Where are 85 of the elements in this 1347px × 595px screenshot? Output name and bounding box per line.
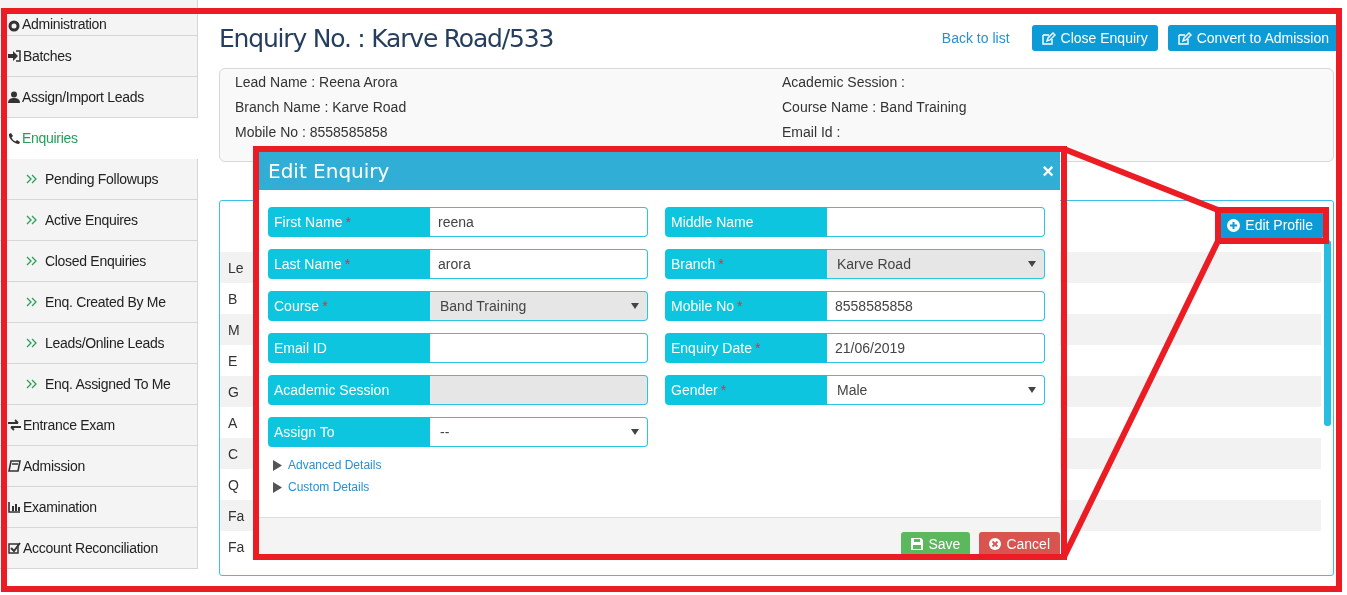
field-label: Course * [268,291,430,321]
sidebar-subitem[interactable]: Active Enquires [0,200,198,241]
dropdown-arrow-icon [1028,261,1036,267]
required-mark: * [718,256,724,272]
required-mark: * [720,382,727,398]
dropdown-arrow-icon [1028,387,1036,393]
sidebar-subitem[interactable]: Enq. Assigned To Me [0,364,198,405]
field-label: Last Name * [268,249,430,279]
input-field[interactable] [827,207,1045,237]
row-label: G [228,383,239,400]
edit-icon [1177,31,1192,45]
row-label: Q [228,476,239,493]
sidebar-subitem[interactable]: Leads/Online Leads [0,323,198,364]
dropdown-arrow-icon [631,303,639,309]
field-label: Enquiry Date * [665,333,827,363]
double-chevron-icon [26,338,37,348]
field-label: Branch * [665,249,827,279]
summary-text: Course Name : Band Training [782,98,968,117]
input-field[interactable]: reena [430,207,648,237]
sidebar-item[interactable]: Account Reconciliation [0,528,198,569]
field-label: Mobile No * [665,291,827,321]
row-label: Fa [228,538,245,555]
field-label: First Name * [268,207,430,237]
summary-text: Mobile No : 8558585858 [235,123,389,142]
plus-circle-icon [1227,218,1241,232]
double-chevron-icon [26,174,37,184]
required-mark: * [322,298,328,314]
input-field[interactable] [430,333,648,363]
check-square-icon [8,542,21,554]
row-label: C [228,445,239,462]
summary-text: Academic Session : [782,73,906,92]
sidebar-item[interactable]: Assign/Import Leads [0,77,198,118]
double-chevron-icon [26,297,37,307]
summary-text: Branch Name : Karve Road [235,98,408,117]
page-title: Enquiry No. : Karve Road/533 [219,23,554,53]
bar-chart-icon [8,501,21,513]
back-link[interactable]: Back to list [941,30,1010,46]
section-toggle-link[interactable]: Advanced Details [272,454,382,476]
sidebar-subitem[interactable]: Enq. Created By Me [0,282,198,323]
sidebar-item[interactable]: Admission [0,446,198,487]
user-icon [8,91,20,103]
input-field[interactable]: 21/06/2019 [827,333,1045,363]
section-toggle-link[interactable]: Custom Details [272,476,370,498]
summary-text: Email Id : [782,123,842,142]
field-label: Middle Name [665,207,827,237]
arrows-icon [8,419,21,431]
scrollbar[interactable] [1324,240,1331,426]
required-mark: * [754,340,761,356]
summary-text: Lead Name : Reena Arora [235,73,399,92]
book-icon [8,460,21,472]
double-chevron-icon [26,256,37,266]
input-field[interactable]: arora [430,249,648,279]
select-field[interactable]: -- [430,417,648,447]
double-chevron-icon [26,379,37,389]
phone-icon [8,132,20,144]
sidebar-item[interactable]: Entrance Exam [0,405,198,446]
row-label: A [228,414,238,431]
row-label: E [228,352,238,369]
caret-right-icon [272,459,283,471]
required-mark: * [345,214,351,230]
gear-icon [8,20,20,32]
required-mark: * [344,256,351,272]
field-label: Academic Session [268,375,430,405]
double-chevron-icon [26,215,37,225]
cancel-button[interactable]: Cancel [979,532,1060,556]
sidebar-item[interactable]: Batches [0,36,198,77]
caret-right-icon [272,481,283,493]
row-label: Fa [228,507,245,524]
row-label: Le [228,259,244,276]
input-field[interactable]: 8558585858 [827,291,1045,321]
dialog-title: Edit Enquiry [268,159,390,183]
sidebar-subitem[interactable]: Closed Enquiries [0,241,198,282]
dropdown-arrow-icon [631,429,639,435]
sidebar-subitem[interactable]: Pending Followups [0,159,198,200]
field-label: Email ID [268,333,430,363]
select-field[interactable]: Male [827,375,1045,405]
field-label: Assign To [268,417,430,447]
field-label: Gender * [665,375,827,405]
sidebar-item[interactable]: Examination [0,487,198,528]
row-label: M [228,321,240,338]
required-mark: * [737,298,743,314]
row-label: B [228,290,238,307]
cancel-circle-icon [989,538,1002,550]
edit-icon [1041,31,1056,45]
sign-in-icon [8,50,21,62]
